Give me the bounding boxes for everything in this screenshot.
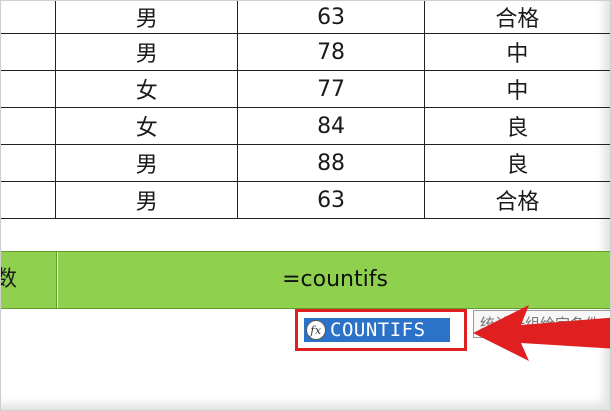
table-row: 女 84 良 <box>1 107 610 145</box>
data-table: 男 63 合格 男 78 中 女 77 中 女 84 良 男 88 良 男 63… <box>1 1 610 219</box>
gender-cell[interactable]: 女 <box>55 70 239 108</box>
spreadsheet-screenshot: 男 63 合格 男 78 中 女 77 中 女 84 良 男 88 良 男 63… <box>0 0 611 411</box>
grade-cell[interactable]: 良 <box>424 144 610 182</box>
fx-icon: fx <box>306 320 326 340</box>
score-cell[interactable]: 63 <box>237 181 425 219</box>
score-cell[interactable]: 88 <box>237 144 425 182</box>
score-cell[interactable]: 77 <box>237 70 425 108</box>
row-header-cell[interactable] <box>1 144 57 182</box>
row-header-cell[interactable] <box>1 1 57 34</box>
red-arrow-icon <box>473 305 610 361</box>
suggestion-label: COUNTIFS <box>330 319 426 341</box>
table-row: 男 63 合格 <box>1 181 610 219</box>
table-row: 男 78 中 <box>1 33 610 71</box>
gender-cell[interactable]: 男 <box>55 33 239 71</box>
grade-cell[interactable]: 良 <box>424 107 610 145</box>
row-header-cell[interactable] <box>1 70 57 108</box>
row-header-cell[interactable] <box>1 107 57 145</box>
count-label-cell[interactable]: 数 <box>1 252 57 308</box>
gender-cell[interactable]: 男 <box>55 181 239 219</box>
grade-cell[interactable]: 中 <box>424 33 610 71</box>
score-cell[interactable]: 78 <box>237 33 425 71</box>
gender-cell[interactable]: 女 <box>55 107 239 145</box>
table-row: 女 77 中 <box>1 70 610 108</box>
gender-cell[interactable]: 男 <box>55 1 239 34</box>
row-header-cell[interactable] <box>1 33 57 71</box>
grade-cell[interactable]: 合格 <box>424 1 610 34</box>
table-row: 男 88 良 <box>1 144 610 182</box>
row-header-cell[interactable] <box>1 181 57 219</box>
score-cell[interactable]: 84 <box>237 107 425 145</box>
score-cell[interactable]: 63 <box>237 1 425 34</box>
table-row: 男 63 合格 <box>1 1 610 34</box>
gender-cell[interactable]: 男 <box>55 144 239 182</box>
autocomplete-highlight-box: fx COUNTIFS <box>295 309 467 351</box>
grade-cell[interactable]: 合格 <box>424 181 610 219</box>
autocomplete-suggestion-countifs[interactable]: fx COUNTIFS <box>304 318 450 342</box>
grade-cell[interactable]: 中 <box>424 70 610 108</box>
